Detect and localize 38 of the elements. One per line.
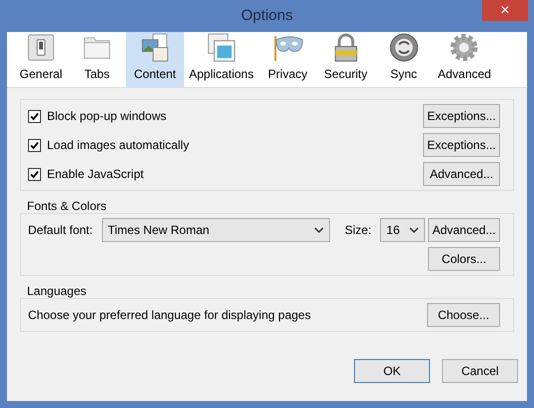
gear-icon [448,32,480,63]
field-label: Default font: [28,222,93,239]
group-title: Languages [27,284,88,298]
checkbox[interactable] [28,110,41,122]
pictures-icon [139,32,171,63]
checkbox[interactable] [28,138,41,152]
dialog-button[interactable]: Colors... [428,247,500,271]
dialog-button[interactable]: OK [354,359,430,383]
dialog-button[interactable]: Cancel [442,359,518,383]
group-title: Fonts & Colors [27,199,108,213]
toolbar-tab[interactable]: Content [126,32,184,87]
checkbox-label: Enable JavaScript [47,166,144,183]
dialog-button[interactable]: Choose... [427,303,500,327]
dialog-button[interactable]: Exceptions... [423,133,500,157]
toolbar-tab[interactable]: Tabs [68,32,126,87]
dialog-button[interactable]: Advanced... [423,162,500,186]
dialog-button[interactable]: Exceptions... [423,104,500,128]
close-button[interactable]: × [482,0,528,21]
check-icon [30,140,39,150]
chevron-down-icon [409,227,420,233]
chevron-down-icon [314,227,324,233]
dialog-button[interactable]: Advanced... [428,218,500,242]
field-label: Size: [344,222,372,239]
toolbar-tab[interactable]: Security [316,32,375,87]
check-icon [30,170,39,178]
checkbox-label: Block pop-up windows [47,108,166,125]
toolbar-tab[interactable]: Privacy [258,32,317,87]
check-icon [30,112,39,120]
description-text: Choose your preferred language for displaying pages [28,307,311,324]
toolbar-tab[interactable]: Advanced [432,32,496,87]
toolbar-tab[interactable]: Applications [184,32,259,87]
toolbar-tab[interactable]: Sync [374,32,433,87]
window-title: Options [241,6,293,26]
toolbar-tab[interactable]: General [14,32,68,87]
checkbox[interactable] [28,168,41,180]
checkbox-label: Load images automatically [47,137,190,154]
font-dropdown[interactable]: Times New Roman [102,218,330,242]
size-dropdown[interactable]: 16 [380,218,426,242]
